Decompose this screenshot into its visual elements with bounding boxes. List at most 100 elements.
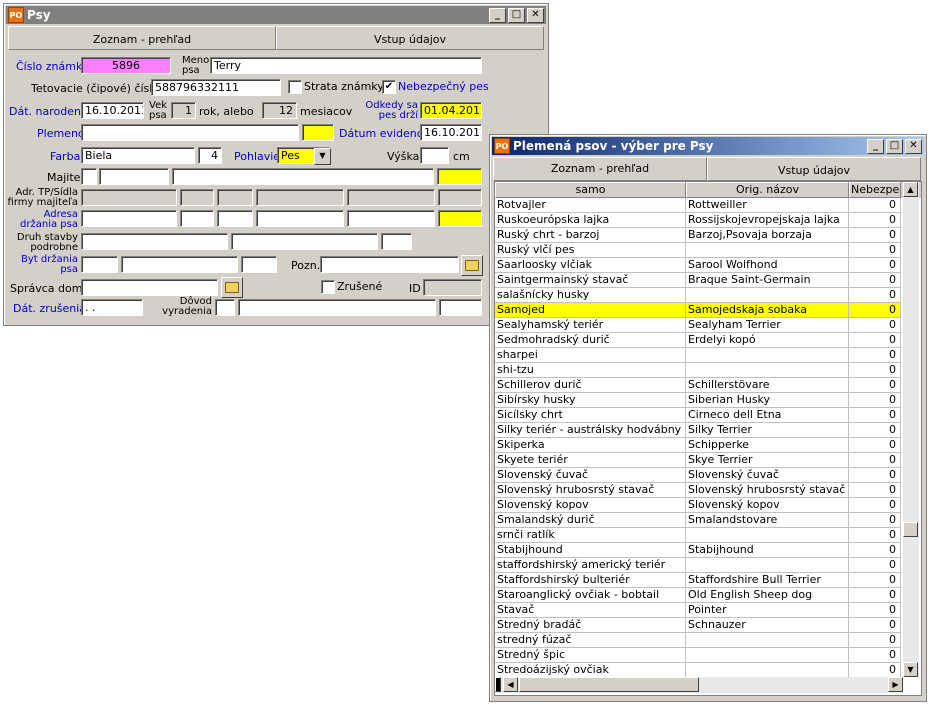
pozn-field[interactable] (320, 256, 459, 273)
table-row[interactable]: Skiperka Schipperke 0 (495, 438, 921, 453)
table-row[interactable]: Stredný špic 0 (495, 648, 921, 663)
tab-vstup[interactable]: Vstup údajov (707, 157, 921, 181)
table-row[interactable]: staffordshirský americký teriér 0 (495, 558, 921, 573)
table-row[interactable]: Stavač Pointer 0 (495, 603, 921, 618)
druh-stavby-field-1[interactable] (81, 233, 228, 250)
byt-field-1[interactable] (81, 256, 118, 273)
table-row[interactable]: Sedmohradský durič Erdelyi kopó 0 (495, 333, 921, 348)
meno-psa-field[interactable]: Terry (210, 57, 482, 74)
horizontal-scrollbar[interactable]: ◀ ▶ (495, 677, 903, 693)
table-row[interactable]: Sicílsky chrt Cirneco dell Etna 0 (495, 408, 921, 423)
table-row[interactable]: salašnícky husky 0 (495, 288, 921, 303)
tab-zoznam[interactable]: Zoznam - prehľad (8, 26, 276, 50)
table-row[interactable]: Ruský vlčí pes 0 (495, 243, 921, 258)
table-row[interactable]: Ruský chrt - barzoj Barzoj,Psovaja borzaj… (495, 228, 921, 243)
scroll-thumb[interactable] (519, 677, 699, 692)
breed-name-cell: Ruský chrt - barzoj (495, 228, 686, 243)
column-header[interactable]: Nebezpečn (849, 182, 901, 198)
datum-evidencie-field[interactable]: 16.10.2012 (420, 124, 482, 141)
table-row[interactable]: Staroanglický ovčiak - bobtail Old Englis… (495, 588, 921, 603)
farba-kod-field[interactable]: 4 (198, 147, 222, 164)
tab-zoznam[interactable]: Zoznam - prehľad (493, 157, 707, 181)
scroll-up-icon[interactable]: ▲ (903, 182, 918, 197)
close-button[interactable]: ✕ (905, 139, 922, 154)
dangerous-cell: 0 (849, 468, 901, 483)
maximize-button[interactable]: □ (886, 139, 903, 154)
scroll-down-icon[interactable]: ▼ (903, 662, 918, 677)
table-row[interactable]: Stredoázijský ovčiak 0 (495, 663, 921, 678)
column-header[interactable]: Orig. názov (686, 182, 849, 198)
plemena-titlebar[interactable]: PO Plemená psov - výber pre Psy _ □ ✕ (492, 137, 924, 155)
table-row[interactable]: shi-tzu 0 (495, 363, 921, 378)
scroll-left-thumb[interactable] (495, 677, 501, 692)
tetovacie-field[interactable]: 588796332111 (151, 79, 281, 96)
adresa-field-1[interactable] (81, 210, 177, 227)
table-row[interactable]: Staffordshirský bulteriér Staffordshire B… (495, 573, 921, 588)
plemeno-lookup-field[interactable] (302, 124, 334, 141)
minimize-button[interactable]: _ (867, 139, 884, 154)
majitel-code-field[interactable] (81, 168, 97, 185)
table-row[interactable]: Slovenský čuvač Slovenský čuvač 0 (495, 468, 921, 483)
farba-field[interactable]: Biela (81, 147, 195, 164)
orig-name-cell: Schipperke (686, 438, 849, 453)
table-row[interactable]: Skyete teriér Skye Terrier 0 (495, 453, 921, 468)
table-row[interactable]: Saintgermainský stavač Braque Saint-Germa… (495, 273, 921, 288)
maximize-button[interactable]: □ (508, 8, 525, 23)
scroll-right-icon[interactable]: ▶ (888, 677, 903, 692)
minimize-button[interactable]: _ (489, 8, 506, 23)
odkedy-field[interactable]: 01.04.2012 (420, 102, 482, 119)
majitel-name-field[interactable] (172, 168, 434, 185)
dovod-extra-field[interactable] (439, 299, 482, 316)
byt-field-3[interactable] (241, 256, 277, 273)
table-row[interactable]: Rotvajler Rottweiller 0 (495, 198, 921, 213)
table-row[interactable]: Schillerov durič Schillerstövare 0 (495, 378, 921, 393)
table-row[interactable]: Stabijhound Stabijhound 0 (495, 543, 921, 558)
cislo-znamky-field[interactable]: 5896 (81, 57, 171, 74)
vertical-scrollbar[interactable]: ▲ ▼ (903, 182, 919, 677)
chevron-down-icon[interactable]: ▼ (314, 148, 331, 165)
adresa-field-3[interactable] (217, 210, 253, 227)
druh-stavby-field-2[interactable] (231, 233, 378, 250)
druh-stavby-field-3[interactable] (381, 233, 412, 250)
dangerous-cell: 0 (849, 198, 901, 213)
table-row[interactable]: Samojed Samojedskaja sobaka 0 (495, 303, 921, 318)
psy-titlebar[interactable]: PO Psy _ □ ✕ (6, 6, 546, 24)
scroll-thumb[interactable] (903, 522, 918, 537)
tab-vstup[interactable]: Vstup údajov (276, 26, 544, 50)
majitel-lookup-field[interactable] (437, 168, 482, 185)
vyska-field[interactable] (420, 147, 449, 164)
strata-checkbox[interactable] (288, 80, 302, 94)
adresa-field-4[interactable] (256, 210, 344, 227)
table-row[interactable]: Stredný bradáč Schnauzer 0 (495, 618, 921, 633)
close-button[interactable]: ✕ (527, 8, 544, 23)
table-row[interactable]: Silky teriér - austrálsky hodvábny terié… (495, 423, 921, 438)
dat-narodenia-field[interactable]: 16.10.2011 (81, 102, 144, 119)
dovod-code-field[interactable] (215, 299, 235, 316)
table-row[interactable]: Slovenský hrubosrstý stavač Slovenský hru… (495, 483, 921, 498)
adresa-field-5[interactable] (347, 210, 435, 227)
table-row[interactable]: Ruskoeurópska lajka Rossijskojevropejskaj… (495, 213, 921, 228)
dat-zrusenia-field[interactable]: . . (81, 299, 143, 316)
majitel-id-field[interactable] (99, 168, 169, 185)
folder-open-icon[interactable] (461, 255, 483, 276)
spravca-field[interactable] (81, 279, 218, 296)
byt-field-2[interactable] (121, 256, 238, 273)
table-row[interactable]: stredný fúzač 0 (495, 633, 921, 648)
table-row[interactable]: Sibírsky husky Siberian Husky 0 (495, 393, 921, 408)
table-row[interactable]: Sealyhamský teriér Sealyham Terrier 0 (495, 318, 921, 333)
orig-name-cell: Rossijskojevropejskaja lajka (686, 213, 849, 228)
adresa-lookup-field[interactable] (438, 210, 482, 227)
table-row[interactable]: Saarloosky vlčiak Sarool Wolfhond 0 (495, 258, 921, 273)
table-row[interactable]: sharpei 0 (495, 348, 921, 363)
adresa-field-2[interactable] (180, 210, 214, 227)
scroll-left-icon[interactable]: ◀ (503, 677, 518, 692)
plemeno-field[interactable] (81, 124, 299, 141)
table-row[interactable]: Slovenský kopov Slovenský kopov 0 (495, 498, 921, 513)
dovod-field[interactable] (238, 299, 436, 316)
zrusene-checkbox[interactable] (321, 280, 335, 294)
column-header[interactable]: samo (495, 182, 686, 198)
table-row[interactable]: Smalandský durič Smalandstovare 0 (495, 513, 921, 528)
table-row[interactable]: srnči ratlík 0 (495, 528, 921, 543)
nebezpecny-checkbox[interactable]: ✔ (382, 80, 396, 94)
folder-open-icon[interactable] (221, 277, 243, 298)
